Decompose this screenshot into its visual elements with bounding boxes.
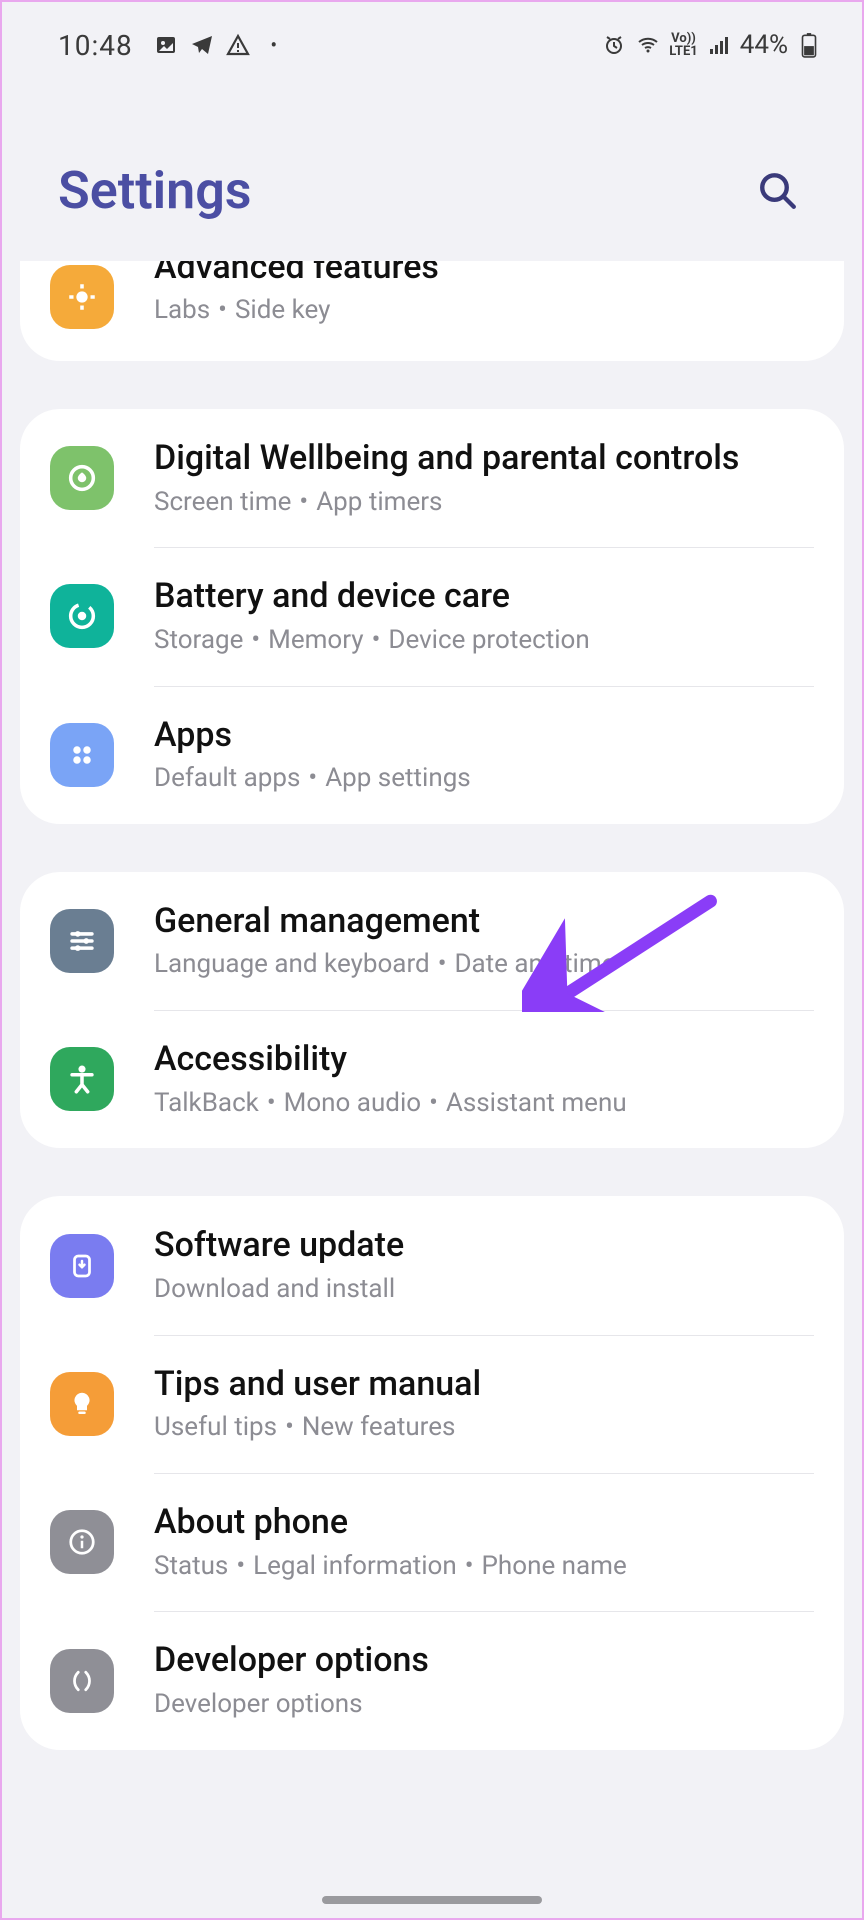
advanced-features-icon (50, 265, 114, 329)
search-icon (757, 170, 799, 212)
software-update-icon (50, 1234, 114, 1298)
row-title: About phone (154, 1501, 820, 1544)
row-title: Digital Wellbeing and parental controls (154, 437, 820, 480)
row-subtitle: Labs•Side key (154, 294, 820, 328)
apps-icon (50, 723, 114, 787)
wifi-icon (635, 32, 661, 58)
row-title: Software update (154, 1224, 820, 1267)
row-subtitle: Language and keyboard•Date and time (154, 948, 820, 982)
row-subtitle: Developer options (154, 1688, 820, 1722)
row-apps[interactable]: Apps Default apps•App settings (20, 686, 844, 824)
volte-icon: Vo)) LTE1 (669, 32, 697, 58)
row-subtitle: Useful tips•New features (154, 1411, 820, 1445)
developer-options-icon (50, 1649, 114, 1713)
accessibility-icon (50, 1047, 114, 1111)
row-subtitle: Screen time•App timers (154, 486, 820, 520)
row-title: Apps (154, 714, 820, 757)
battery-icon (796, 32, 822, 58)
telegram-icon (189, 32, 215, 58)
status-time: 10:48 (58, 29, 133, 62)
row-tips-user-manual[interactable]: Tips and user manual Useful tips•New fea… (20, 1335, 844, 1473)
row-developer-options[interactable]: Developer options Developer options (20, 1611, 844, 1749)
row-general-management[interactable]: General management Language and keyboard… (20, 872, 844, 1010)
row-digital-wellbeing[interactable]: Digital Wellbeing and parental controls … (20, 409, 844, 547)
row-title: Developer options (154, 1639, 820, 1682)
row-battery-device-care[interactable]: Battery and device care Storage•Memory•D… (20, 547, 844, 685)
row-title: Advanced features (154, 261, 820, 288)
warning-triangle-icon (225, 32, 251, 58)
row-subtitle: Storage•Memory•Device protection (154, 624, 820, 658)
alarm-icon (601, 32, 627, 58)
row-subtitle: Default apps•App settings (154, 762, 820, 796)
battery-percent: 44% (740, 30, 788, 60)
row-subtitle: Download and install (154, 1273, 820, 1307)
battery-care-icon (50, 584, 114, 648)
row-subtitle: TalkBack•Mono audio•Assistant menu (154, 1087, 820, 1121)
row-software-update[interactable]: Software update Download and install (20, 1196, 844, 1334)
row-subtitle: Status•Legal information•Phone name (154, 1550, 820, 1584)
gesture-bar (322, 1896, 542, 1904)
row-title: Battery and device care (154, 575, 820, 618)
settings-group-0: Advanced features Labs•Side key (20, 261, 844, 361)
page-header: Settings (2, 80, 862, 269)
status-left: 10:48 • (58, 29, 287, 62)
row-about-phone[interactable]: About phone Status•Legal information•Pho… (20, 1473, 844, 1611)
settings-group-2: General management Language and keyboard… (20, 872, 844, 1149)
page-title: Settings (58, 160, 252, 221)
wellbeing-icon (50, 446, 114, 510)
search-button[interactable] (750, 163, 806, 219)
settings-group-1: Digital Wellbeing and parental controls … (20, 409, 844, 824)
row-title: Tips and user manual (154, 1363, 820, 1406)
row-accessibility[interactable]: Accessibility TalkBack•Mono audio•Assist… (20, 1010, 844, 1148)
more-dot-icon: • (261, 32, 287, 58)
status-right: Vo)) LTE1 44% (601, 30, 822, 60)
status-bar: 10:48 • Vo)) LTE1 44% (2, 2, 862, 80)
row-title: Accessibility (154, 1038, 820, 1081)
general-management-icon (50, 909, 114, 973)
tips-icon (50, 1372, 114, 1436)
about-phone-icon (50, 1510, 114, 1574)
signal-icon (706, 32, 732, 58)
gallery-icon (153, 32, 179, 58)
settings-group-3: Software update Download and install Tip… (20, 1196, 844, 1749)
row-advanced-features[interactable]: Advanced features Labs•Side key (20, 261, 844, 361)
row-title: General management (154, 900, 820, 943)
